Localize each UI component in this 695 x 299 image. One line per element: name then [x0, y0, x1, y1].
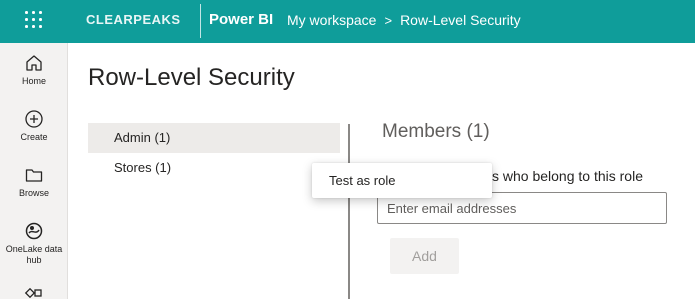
nav-create-label: Create	[20, 132, 48, 142]
nav-onelake[interactable]: OneLake data hub	[0, 221, 68, 266]
nav-onelake-label: OneLake data hub	[5, 244, 63, 265]
top-bar: CLEARPEAKS Power BI My workspace > Row-L…	[0, 0, 695, 43]
breadcrumb-current[interactable]: Row-Level Security	[400, 12, 521, 28]
breadcrumb: My workspace > Row-Level Security	[287, 12, 521, 28]
home-icon	[26, 55, 42, 71]
role-context-menu: Test as role	[312, 163, 492, 198]
panel-divider	[348, 124, 350, 299]
plus-circle-icon	[25, 110, 43, 128]
nav-home-label: Home	[21, 76, 46, 86]
header-divider	[200, 4, 201, 38]
role-item-stores[interactable]: Stores (1)	[88, 153, 340, 183]
product-name[interactable]: Power BI	[209, 11, 273, 28]
breadcrumb-workspace[interactable]: My workspace	[287, 12, 376, 28]
left-nav-rail: Home Create Browse OneLake data hub	[0, 43, 68, 299]
nav-apps[interactable]	[0, 287, 68, 299]
brand-logo: CLEARPEAKS	[86, 12, 181, 27]
apps-icon	[24, 287, 42, 299]
onelake-icon	[25, 222, 43, 240]
nav-browse-label: Browse	[18, 188, 49, 198]
app-launcher-icon[interactable]	[25, 11, 43, 29]
nav-browse[interactable]: Browse	[0, 165, 68, 199]
roles-list: Admin (1) Stores (1)	[88, 123, 340, 183]
folder-icon	[25, 169, 43, 182]
members-description: s who belong to this role	[492, 168, 643, 184]
nav-home[interactable]: Home	[0, 53, 68, 87]
nav-create[interactable]: Create	[0, 109, 68, 143]
page-title: Row-Level Security	[88, 64, 295, 91]
add-button[interactable]: Add	[390, 238, 459, 274]
role-item-admin[interactable]: Admin (1)	[88, 123, 340, 153]
test-as-role-menu-item[interactable]: Test as role	[312, 163, 492, 198]
members-heading: Members (1)	[382, 121, 490, 142]
breadcrumb-separator: >	[384, 12, 393, 28]
